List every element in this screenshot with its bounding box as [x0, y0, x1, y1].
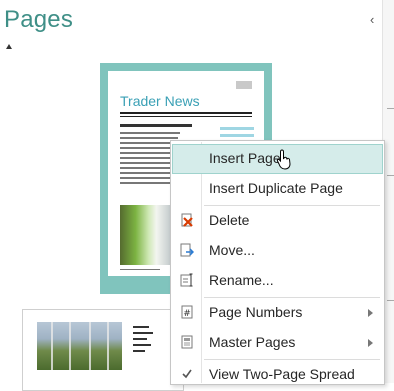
footer-text — [120, 269, 160, 270]
master-pages-icon — [181, 335, 193, 349]
mouse-pointer-icon — [276, 149, 291, 170]
photo-detail — [89, 322, 91, 370]
rename-menu-item[interactable]: Rename... — [172, 266, 383, 296]
menu-item-label: Move... — [209, 242, 255, 258]
sidebar-accent-line — [220, 134, 254, 137]
article-text — [133, 344, 151, 346]
menu-item-label: Rename... — [209, 272, 274, 288]
menu-item-label: Page Numbers — [209, 304, 303, 320]
newsletter-logo — [236, 81, 252, 89]
title-rule — [120, 116, 252, 117]
gutter-tick — [387, 108, 394, 109]
article-photo — [37, 322, 122, 370]
menu-item-label: Delete — [209, 212, 250, 228]
title-rule — [120, 112, 252, 114]
article-text — [120, 167, 170, 169]
page-numbers-menu-item[interactable]: # Page Numbers — [172, 298, 383, 328]
delete-page-icon — [181, 213, 193, 227]
menu-item-label: Insert Page — [209, 150, 281, 166]
move-menu-item[interactable]: Move... — [172, 236, 383, 266]
insert-duplicate-page-menu-item[interactable]: Insert Duplicate Page — [172, 174, 383, 204]
page-thumbnail-2[interactable] — [22, 309, 184, 391]
article-text — [120, 137, 178, 139]
move-page-icon — [180, 243, 194, 257]
photo-detail — [107, 322, 109, 370]
menu-item-label: Master Pages — [209, 334, 296, 350]
article-text — [133, 332, 153, 334]
newsletter-title: Trader News — [120, 93, 200, 109]
pages-pane-title: Pages — [4, 6, 74, 33]
collapse-pane-button[interactable]: ‹ — [370, 12, 374, 27]
article-text — [133, 338, 147, 340]
article-photo — [120, 205, 172, 265]
article-text — [133, 350, 145, 352]
gutter-tick — [387, 175, 394, 176]
gutter-tick — [387, 300, 394, 301]
menu-item-label: View Two-Page Spread — [209, 366, 355, 382]
sidebar-accent-line — [220, 127, 254, 130]
page-numbers-icon: # — [181, 305, 193, 319]
svg-text:#: # — [183, 309, 191, 319]
pane-marker-triangle — [6, 44, 12, 49]
article-heading — [120, 124, 192, 127]
delete-menu-item[interactable]: Delete — [172, 206, 383, 236]
photo-detail — [69, 322, 71, 370]
menu-item-label: Insert Duplicate Page — [209, 180, 343, 196]
submenu-arrow-icon — [368, 309, 373, 317]
photo-detail — [51, 322, 53, 370]
article-text — [120, 132, 180, 134]
page-context-menu: Insert Page Insert Duplicate Page Delete… — [170, 140, 385, 385]
article-text — [120, 177, 176, 179]
checkmark-icon — [182, 369, 192, 379]
submenu-arrow-icon — [368, 339, 373, 347]
article-text — [120, 147, 175, 149]
master-pages-menu-item[interactable]: Master Pages — [172, 328, 383, 358]
article-text — [133, 326, 149, 328]
view-two-page-spread-menu-item[interactable]: View Two-Page Spread — [172, 360, 383, 390]
rename-page-icon — [180, 273, 193, 287]
